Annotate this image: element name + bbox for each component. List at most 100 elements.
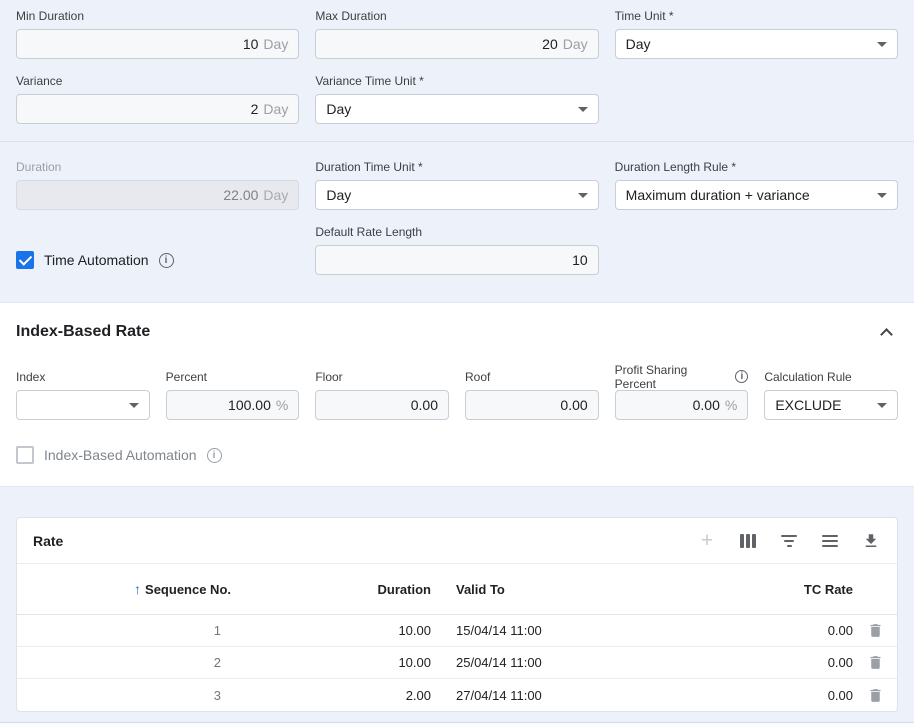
checkbox-unchecked-icon (16, 446, 34, 464)
cell-tc-rate: 0.00 (673, 623, 853, 638)
time-automation-checkbox[interactable]: Time Automation (16, 224, 299, 275)
roof-field: Roof 0.00 (465, 369, 599, 420)
floor-input[interactable]: 0.00 (315, 390, 449, 420)
export-button[interactable] (861, 531, 881, 551)
chevron-down-icon (578, 107, 588, 112)
index-based-rate-header: Index-Based Rate (16, 319, 898, 345)
column-header-sequence-label: Sequence No. (145, 582, 231, 597)
profit-sharing-percent-input[interactable]: 0.00 % (615, 390, 749, 420)
index-based-automation-checkbox[interactable]: Index-Based Automation (16, 446, 898, 464)
duration-field: Duration 22.00 Day (16, 159, 299, 210)
info-icon[interactable] (735, 370, 748, 383)
column-header-sequence[interactable]: ↑ Sequence No. (17, 581, 231, 597)
duration-form-section: Min Duration 10 Day Max Duration 20 Day … (0, 0, 914, 275)
chevron-down-icon (877, 403, 887, 408)
duration-time-unit-field: Duration Time Unit * Day (315, 159, 598, 210)
table-row[interactable]: 2 10.00 25/04/14 11:00 0.00 (17, 647, 897, 679)
floor-label: Floor (315, 369, 449, 384)
info-icon[interactable] (159, 253, 174, 268)
time-unit-label: Time Unit * (615, 8, 898, 23)
add-row-button[interactable]: + (697, 531, 717, 551)
index-based-rate-title: Index-Based Rate (16, 323, 150, 341)
percent-input[interactable]: 100.00 % (166, 390, 300, 420)
form-row-1: Min Duration 10 Day Max Duration 20 Day … (16, 8, 898, 59)
delete-row-button[interactable] (863, 619, 887, 643)
rate-table-toolbar: + (697, 531, 881, 551)
default-rate-length-label: Default Rate Length (315, 224, 598, 239)
variance-time-unit-select[interactable]: Day (315, 94, 598, 124)
calculation-rule-field: Calculation Rule EXCLUDE (764, 369, 898, 420)
max-duration-label: Max Duration (315, 8, 598, 23)
profit-sharing-percent-field: Profit Sharing Percent 0.00 % (615, 369, 749, 420)
chevron-up-icon (880, 328, 893, 341)
profit-sharing-percent-value: 0.00 (693, 397, 720, 413)
max-duration-field: Max Duration 20 Day (315, 8, 598, 59)
column-header-valid-to[interactable]: Valid To (431, 582, 673, 597)
variance-field: Variance 2 Day (16, 73, 299, 124)
index-select[interactable] (16, 390, 150, 420)
rate-table-card: Rate + ↑ (16, 517, 898, 712)
delete-row-button[interactable] (863, 651, 887, 675)
roof-input[interactable]: 0.00 (465, 390, 599, 420)
column-header-tc-rate[interactable]: TC Rate (673, 582, 853, 597)
duration-time-unit-value: Day (326, 187, 351, 203)
percent-label: Percent (166, 369, 300, 384)
roof-value: 0.00 (560, 397, 587, 413)
cell-sequence: 1 (17, 623, 231, 638)
density-button[interactable] (820, 531, 840, 551)
variance-value: 2 (251, 101, 259, 117)
table-row[interactable]: 1 10.00 15/04/14 11:00 0.00 (17, 615, 897, 647)
checkbox-checked-icon (16, 251, 34, 269)
section-divider (0, 141, 914, 142)
variance-time-unit-field: Variance Time Unit * Day (315, 73, 598, 124)
index-based-rate-section: Index-Based Rate Index Percent 100.00 % (0, 302, 914, 487)
columns-button[interactable] (738, 531, 758, 551)
time-unit-select[interactable]: Day (615, 29, 898, 59)
filter-button[interactable] (779, 531, 799, 551)
cell-sequence: 2 (17, 655, 231, 670)
min-duration-unit: Day (263, 36, 288, 52)
form-row-4: Time Automation Default Rate Length 10 (16, 224, 898, 275)
cell-duration: 10.00 (231, 655, 431, 670)
rate-table-title: Rate (33, 533, 63, 549)
time-automation-label: Time Automation (44, 252, 149, 268)
floor-value: 0.00 (411, 397, 438, 413)
chevron-down-icon (877, 193, 887, 198)
trash-icon (867, 687, 884, 704)
cell-sequence: 3 (17, 688, 231, 703)
duration-length-rule-select[interactable]: Maximum duration + variance (615, 180, 898, 210)
cell-duration: 10.00 (231, 623, 431, 638)
variance-input[interactable]: 2 Day (16, 94, 299, 124)
default-rate-length-value: 10 (572, 252, 588, 268)
duration-time-unit-select[interactable]: Day (315, 180, 598, 210)
cell-valid-to: 15/04/14 11:00 (431, 623, 673, 638)
chevron-down-icon (578, 193, 588, 198)
density-icon (822, 535, 838, 547)
profit-sharing-percent-label: Profit Sharing Percent (615, 369, 749, 384)
delete-row-button[interactable] (863, 683, 887, 707)
column-header-duration[interactable]: Duration (231, 582, 431, 597)
cell-tc-rate: 0.00 (673, 688, 853, 703)
duration-length-rule-value: Maximum duration + variance (626, 187, 810, 203)
calculation-rule-value: EXCLUDE (775, 397, 841, 413)
max-duration-input[interactable]: 20 Day (315, 29, 598, 59)
chevron-down-icon (129, 403, 139, 408)
min-duration-input[interactable]: 10 Day (16, 29, 299, 59)
bottom-divider (0, 722, 914, 727)
info-icon[interactable] (207, 448, 222, 463)
variance-time-unit-value: Day (326, 101, 351, 117)
form-row-2: Variance 2 Day Variance Time Unit * Day (16, 73, 898, 124)
percent-unit: % (276, 397, 288, 413)
plus-icon: + (701, 530, 713, 551)
table-row[interactable]: 3 2.00 27/04/14 11:00 0.00 (17, 679, 897, 711)
calculation-rule-select[interactable]: EXCLUDE (764, 390, 898, 420)
default-rate-length-field: Default Rate Length 10 (315, 224, 598, 275)
collapse-section-button[interactable] (874, 320, 898, 344)
default-rate-length-input[interactable]: 10 (315, 245, 598, 275)
index-based-automation-label: Index-Based Automation (44, 447, 197, 463)
roof-label: Roof (465, 369, 599, 384)
duration-length-rule-label: Duration Length Rule * (615, 159, 898, 174)
index-label: Index (16, 369, 150, 384)
trash-icon (867, 622, 884, 639)
floor-field: Floor 0.00 (315, 369, 449, 420)
